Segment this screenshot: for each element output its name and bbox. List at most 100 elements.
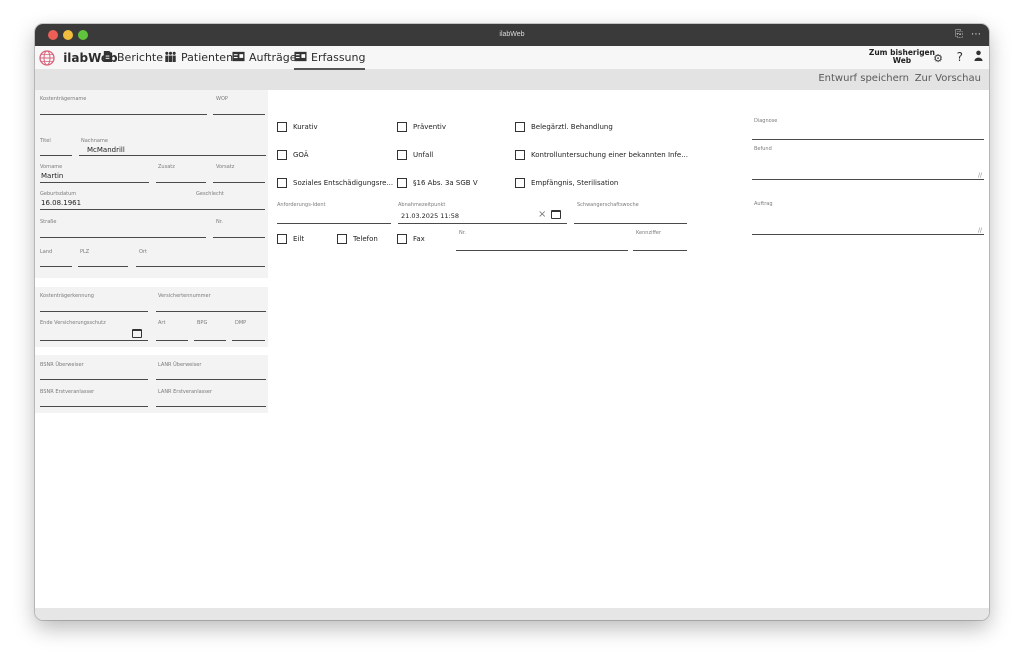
kurativ-checkbox[interactable]	[277, 122, 287, 132]
empfaengnis-checkbox[interactable]	[515, 178, 525, 188]
eilt-checkbox[interactable]	[277, 234, 287, 244]
kostentraegerkennung-label: Kostenträgerkennung	[40, 293, 94, 299]
praeventiv-label: Präventiv	[413, 123, 446, 131]
abnahmezeitpunkt-value: 21.03.2025 11:58	[401, 212, 460, 220]
vorsatz-label: Vorsatz	[216, 164, 235, 170]
geschlecht-select[interactable]	[193, 209, 265, 210]
kennziffer-label: Kennziffer	[636, 230, 662, 236]
kostentraegerkennung-field[interactable]	[40, 311, 148, 312]
nav-item-patienten[interactable]: Patienten	[164, 50, 233, 66]
lanr-erstveranlasser-label: LANR Erstveranlasser	[158, 389, 213, 395]
geburtsdatum-field[interactable]	[40, 209, 202, 210]
telefon-checkbox[interactable]	[337, 234, 347, 244]
strasse-label: Straße	[40, 219, 57, 225]
nachname-value: McMandrill	[87, 146, 125, 154]
nav-item-auftraege[interactable]: Aufträge	[232, 50, 297, 66]
eilt-label: Eilt	[293, 235, 305, 243]
plz-field[interactable]	[78, 266, 128, 267]
kostentraegername-field[interactable]	[40, 114, 207, 115]
lanr-ueberweiser-label: LANR Überweiser	[158, 362, 202, 368]
bpg-label: BPG	[197, 320, 208, 326]
resize-handle-icon[interactable]: //	[978, 227, 982, 234]
anforderungs-ident-label: Anforderungs-Ident	[277, 202, 326, 208]
schwangerschaftswoche-label: Schwangerschaftswoche	[577, 202, 639, 208]
praeventiv-checkbox[interactable]	[397, 122, 407, 132]
kontrolluntersuchung-label: Kontrolluntersuchung einer bekannten Inf…	[531, 151, 688, 159]
title-bar: ilabWeb ⎘ ⋯	[35, 24, 989, 46]
clear-icon[interactable]: ×	[538, 210, 546, 220]
share-icon[interactable]: ⎘	[955, 27, 963, 43]
nachname-field[interactable]	[79, 155, 266, 156]
belegaerztl-checkbox[interactable]	[515, 122, 525, 132]
land-label: Land	[40, 249, 53, 255]
ort-field[interactable]	[136, 266, 265, 267]
lanr-erstveranlasser-field[interactable]	[156, 406, 266, 407]
abnahmezeitpunkt-label: Abnahmezeitpunkt	[398, 202, 446, 208]
ende-versicherungsschutz-field[interactable]	[40, 340, 148, 341]
kontrolluntersuchung-checkbox[interactable]	[515, 150, 525, 160]
vorname-field[interactable]	[40, 182, 149, 183]
geburtsdatum-value: 16.08.1961	[41, 199, 82, 207]
titel-field[interactable]	[40, 155, 72, 156]
bsnr-ueberweiser-field[interactable]	[40, 379, 148, 380]
bpg-field[interactable]	[194, 340, 226, 341]
zusatz-field[interactable]	[156, 182, 206, 183]
vorsatz-field[interactable]	[213, 182, 265, 183]
dmp-field[interactable]	[232, 340, 265, 341]
versichertennummer-label: Versichertennummer	[158, 293, 211, 299]
more-icon[interactable]: ⋯	[971, 27, 981, 43]
art-label: Art	[158, 320, 166, 326]
action-bar: Entwurf speichern Zur Vorschau	[35, 70, 989, 90]
hausnummer-field[interactable]	[213, 237, 265, 238]
paragraph16-checkbox[interactable]	[397, 178, 407, 188]
paragraph16-label: §16 Abs. 3a SGB V	[413, 179, 478, 187]
bsnr-erstveranlasser-field[interactable]	[40, 406, 148, 407]
nav-item-berichte[interactable]: Berichte	[102, 50, 163, 66]
legacy-web-link[interactable]: Zum bisherigen Web	[869, 49, 935, 65]
auftrag-label: Auftrag	[754, 201, 773, 207]
fax-nr-label: Nr.	[459, 230, 466, 236]
land-field[interactable]	[40, 266, 72, 267]
schwangerschaftswoche-field[interactable]	[574, 223, 687, 224]
kennziffer-field[interactable]	[633, 250, 687, 251]
soziales-checkbox[interactable]	[277, 178, 287, 188]
unfall-checkbox[interactable]	[397, 150, 407, 160]
dmp-label: DMP	[235, 320, 247, 326]
nav-bar: ilabWeb Berichte Patienten Aufträge Erfa…	[35, 46, 989, 70]
geschlecht-label: Geschlecht	[196, 191, 224, 197]
help-icon[interactable]: ?	[957, 50, 963, 64]
lanr-ueberweiser-field[interactable]	[156, 379, 266, 380]
strasse-field[interactable]	[40, 237, 206, 238]
empfaengnis-label: Empfängnis, Sterilisation	[531, 179, 619, 187]
auftrag-textarea[interactable]	[752, 234, 984, 235]
fax-checkbox[interactable]	[397, 234, 407, 244]
wop-field[interactable]	[213, 114, 265, 115]
gear-icon[interactable]: ⚙	[933, 52, 943, 65]
preview-button[interactable]: Zur Vorschau	[915, 73, 981, 84]
nav-item-berichte-label: Berichte	[117, 51, 163, 64]
belegaerztl-label: Belegärztl. Behandlung	[531, 123, 613, 131]
bsnr-erstveranlasser-label: BSNR Erstveranlasser	[40, 389, 95, 395]
people-icon	[165, 51, 176, 62]
ende-versicherungsschutz-label: Ende Versicherungsschutz	[40, 320, 106, 326]
user-icon[interactable]	[974, 50, 983, 66]
calendar-icon[interactable]	[551, 210, 561, 219]
save-draft-button[interactable]: Entwurf speichern	[818, 73, 909, 84]
fax-nr-field[interactable]	[456, 250, 628, 251]
art-field[interactable]	[156, 340, 188, 341]
nav-item-erfassung[interactable]: Erfassung	[294, 50, 366, 70]
kostentraegername-label: Kostenträgername	[40, 96, 87, 102]
befund-label: Befund	[754, 146, 772, 152]
goae-checkbox[interactable]	[277, 150, 287, 160]
versichertennummer-field[interactable]	[156, 311, 266, 312]
anforderungs-ident-field[interactable]	[277, 223, 391, 224]
resize-handle-icon[interactable]: //	[978, 172, 982, 179]
diagnose-field[interactable]	[752, 139, 984, 140]
fax-label: Fax	[413, 235, 425, 243]
abnahmezeitpunkt-field[interactable]	[398, 223, 567, 224]
legacy-web-link-line2: Web	[892, 56, 912, 65]
nav-item-auftraege-label: Aufträge	[249, 51, 297, 64]
befund-textarea[interactable]	[752, 179, 984, 180]
id-card-icon	[294, 51, 307, 62]
calendar-icon[interactable]	[132, 329, 142, 338]
